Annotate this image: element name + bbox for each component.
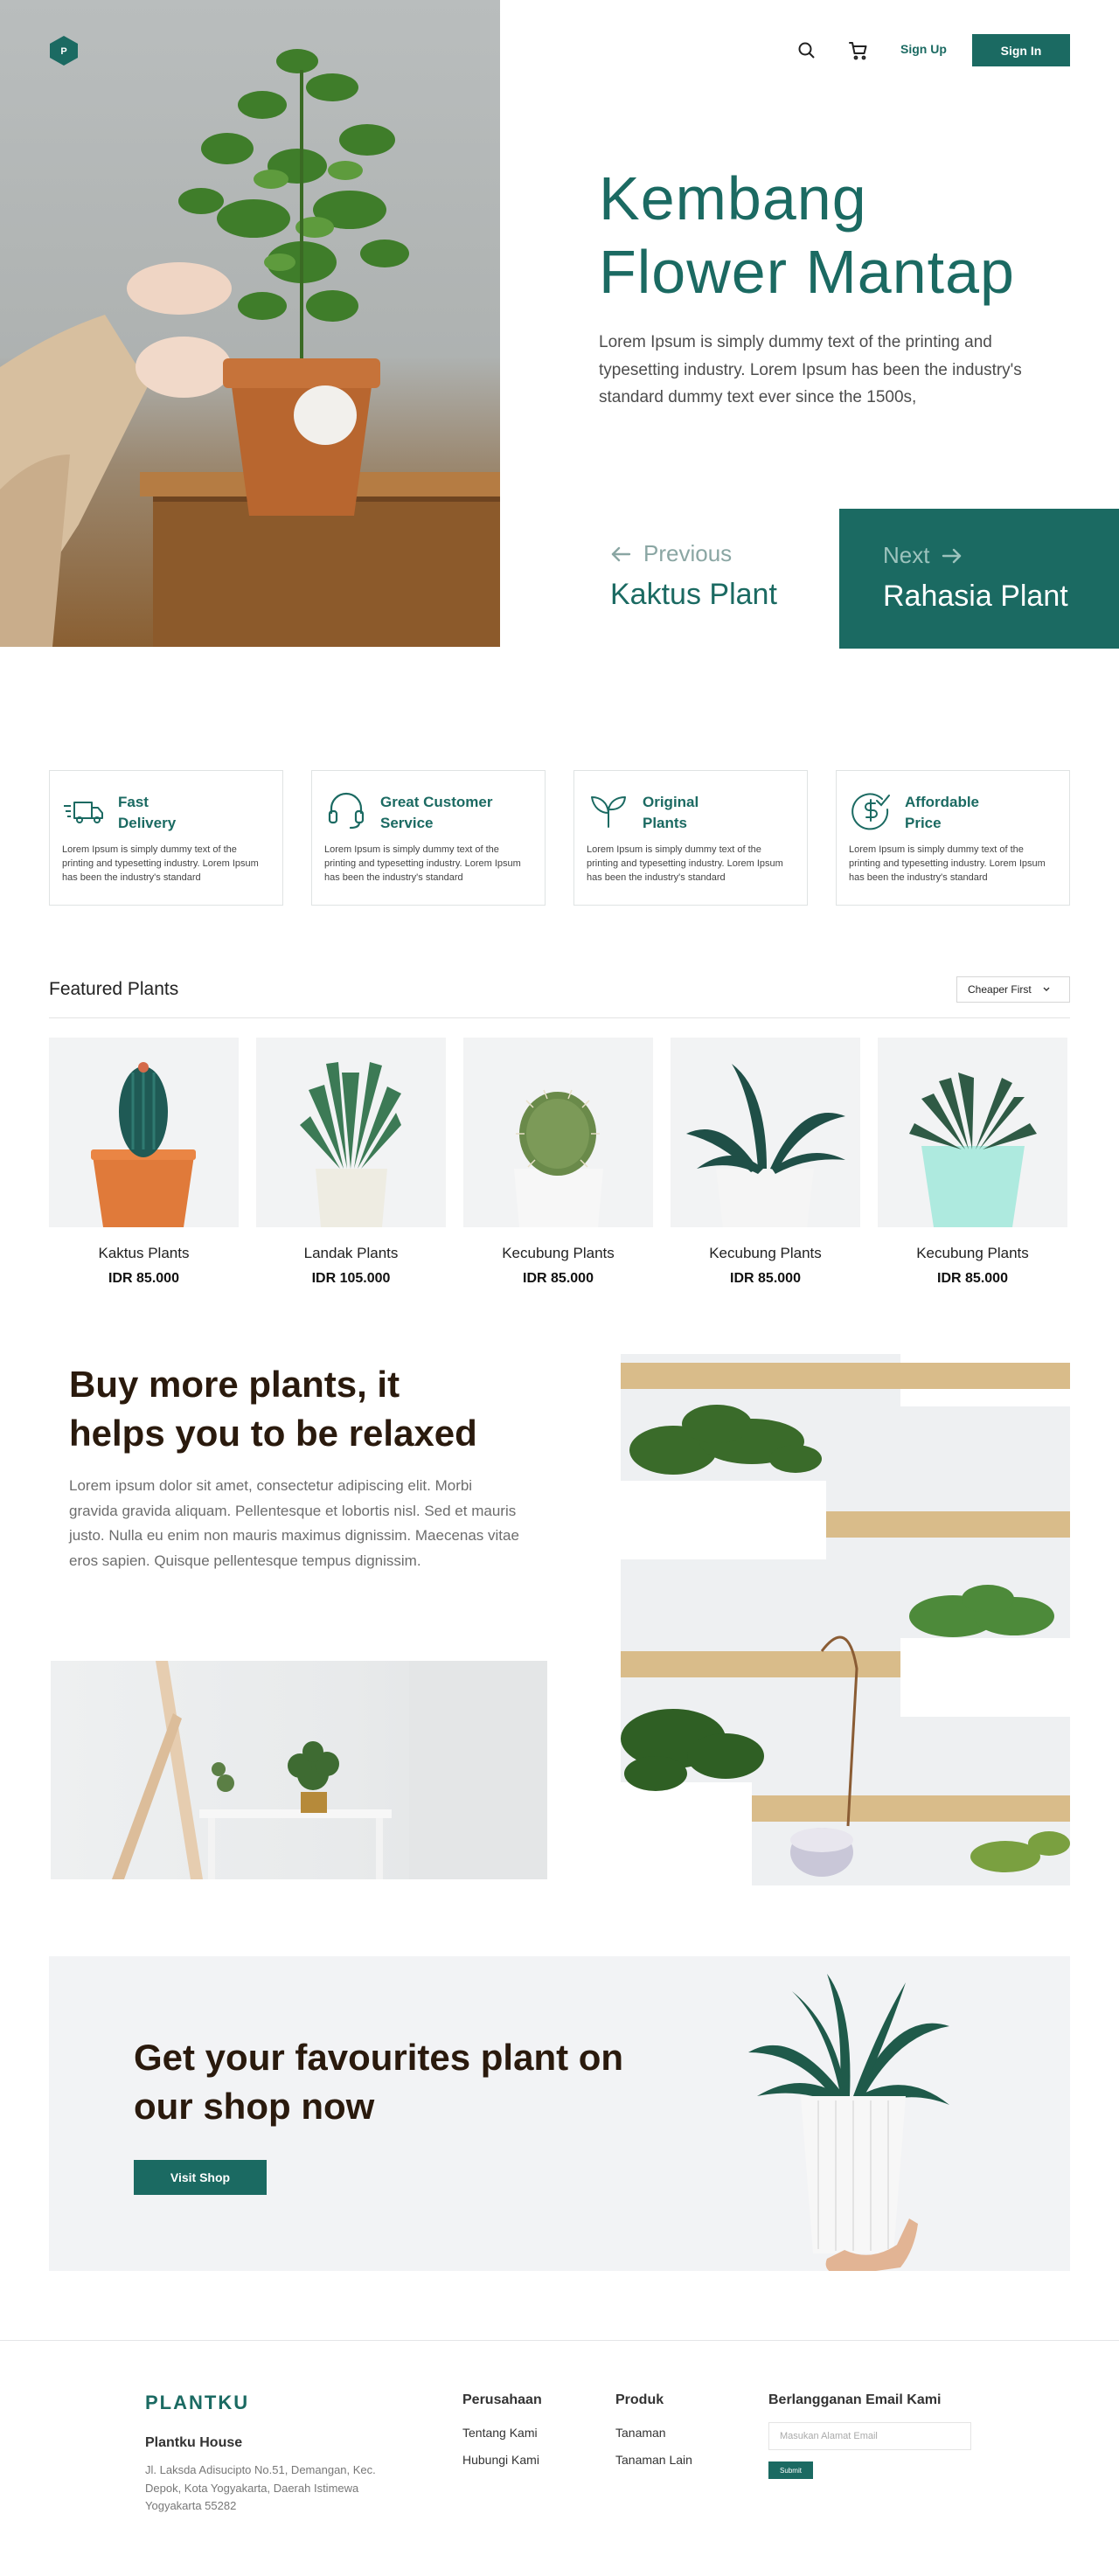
submit-button[interactable]: Submit [768,2461,813,2479]
feature-title: Fast Delivery [118,790,176,834]
next-plant-name: Rahasia Plant [883,580,1068,613]
feature-card-customer-service: Great Customer Service Lorem Ipsum is si… [311,770,546,906]
next-label-row: Next [883,542,1119,569]
product-name: Kecubung Plants [709,1245,822,1261]
email-field[interactable] [768,2422,971,2450]
footer-column-title: Perusahaan [462,2392,542,2407]
next-label: Next [883,542,930,568]
cta-title: Get your favourites plant on our shop no… [134,2033,693,2131]
next-plant-button[interactable]: Next Rahasia Plant [839,509,1119,649]
plant-in-hand-photo [748,1974,949,2271]
feature-title: Affordable Price [905,790,979,834]
product-price: IDR 85.000 [937,1271,1008,1286]
arrow-left-icon [611,546,631,561]
cta-title-line2: our shop now [134,2086,375,2127]
product-image [671,1038,860,1227]
product-image [256,1038,446,1227]
previous-plant-button[interactable]: Previous Kaktus Plant [610,540,820,612]
hero-photo [0,0,500,647]
relax-title-line1: Buy more plants, it [69,1364,400,1405]
truck-icon [64,802,103,823]
product-card[interactable]: Kecubung Plants IDR 85.000 [463,1038,653,1287]
product-price: IDR 85.000 [523,1271,594,1286]
footer-link-tanaman-lain[interactable]: Tanaman Lain [615,2453,692,2467]
product-price: IDR 85.000 [108,1271,179,1286]
relax-title: Buy more plants, it helps you to be rela… [69,1360,559,1458]
product-card[interactable]: Kecubung Plants IDR 85.000 [878,1038,1067,1287]
logo[interactable]: P [49,35,79,66]
feature-description: Lorem Ipsum is simply dummy text of the … [587,844,783,883]
hero-title: Kembang Flower Mantap [599,162,1088,309]
feature-card-affordable-price: Affordable Price Lorem Ipsum is simply d… [836,770,1070,906]
wall-planters-photo [621,1354,1070,1885]
footer-divider [0,2340,1119,2341]
sort-select[interactable]: Cheaper First [956,976,1070,1003]
hero-title-line2: Flower Mantap [599,238,1015,306]
product-image [878,1038,1067,1227]
product-name: Kecubung Plants [502,1245,615,1261]
company-address: Jl. Laksda Adisucipto No.51, Demangan, K… [145,2463,376,2512]
sort-value: Cheaper First [968,983,1032,996]
headset-icon [328,792,365,830]
previous-plant-name: Kaktus Plant [610,578,777,611]
footer-brand[interactable]: PLANTKU [145,2392,249,2414]
feature-title: Great Customer Service [380,790,492,834]
feature-card-delivery: Fast Delivery Lorem Ipsum is simply dumm… [49,770,283,906]
feature-title-line2: Plants [643,815,688,831]
feature-title-line2: Service [380,815,434,831]
feature-title: Original Plants [643,790,699,834]
feature-title-line1: Original [643,794,699,810]
relax-title-line2: helps you to be relaxed [69,1413,477,1454]
sprout-icon [591,796,626,828]
footer-link-hubungi-kami[interactable]: Hubungi Kami [462,2453,539,2467]
svg-text:P: P [60,46,66,57]
company-name: Plantku House [145,2435,243,2450]
sign-up-link[interactable]: Sign Up [900,42,947,56]
feature-title-line1: Great Customer [380,794,493,810]
previous-label-row: Previous [610,540,820,567]
product-name: Landak Plants [303,1245,399,1261]
product-card[interactable]: Kecubung Plants IDR 85.000 [671,1038,860,1287]
product-image [463,1038,653,1227]
feature-description: Lorem Ipsum is simply dummy text of the … [849,844,1046,883]
footer-link-tanaman[interactable]: Tanaman [615,2426,666,2440]
product-card[interactable]: Landak Plants IDR 105.000 [256,1038,446,1287]
arrow-right-icon [942,548,962,563]
product-image [49,1038,239,1227]
footer-column-title: Produk [615,2392,664,2407]
product-card[interactable]: Kaktus Plants IDR 85.000 [49,1038,239,1287]
room-photo [51,1661,547,1879]
cta-banner: Get your favourites plant on our shop no… [49,1956,1070,2271]
cart-icon[interactable] [848,40,869,61]
feature-title-line2: Price [905,815,942,831]
search-icon[interactable] [796,40,817,61]
product-price: IDR 85.000 [730,1271,801,1286]
cta-title-line1: Get your favourites plant on [134,2037,624,2078]
dollar-badge-icon [851,793,890,830]
product-price: IDR 105.000 [311,1271,391,1286]
feature-title-line1: Fast [118,794,149,810]
product-name: Kecubung Plants [916,1245,1029,1261]
feature-card-original-plants: Original Plants Lorem Ipsum is simply du… [573,770,808,906]
feature-description: Lorem Ipsum is simply dummy text of the … [62,844,259,883]
product-name: Kaktus Plants [98,1245,190,1261]
previous-label: Previous [643,540,733,566]
featured-plants-title: Featured Plants [49,979,179,999]
relax-description: Lorem ipsum dolor sit amet, consectetur … [69,1477,519,1569]
feature-description: Lorem Ipsum is simply dummy text of the … [324,844,521,883]
hero-title-line1: Kembang [599,164,867,233]
feature-title-line1: Affordable [905,794,979,810]
newsletter-title: Berlangganan Email Kami [768,2392,942,2407]
footer-link-tentang-kami[interactable]: Tentang Kami [462,2426,538,2440]
visit-shop-button[interactable]: Visit Shop [134,2160,267,2195]
feature-title-line2: Delivery [118,815,177,831]
sign-in-button[interactable]: Sign In [972,34,1070,66]
chevron-down-icon [1043,987,1050,991]
divider [49,1017,1070,1018]
hero-description: Lorem Ipsum is simply dummy text of the … [599,333,1022,406]
